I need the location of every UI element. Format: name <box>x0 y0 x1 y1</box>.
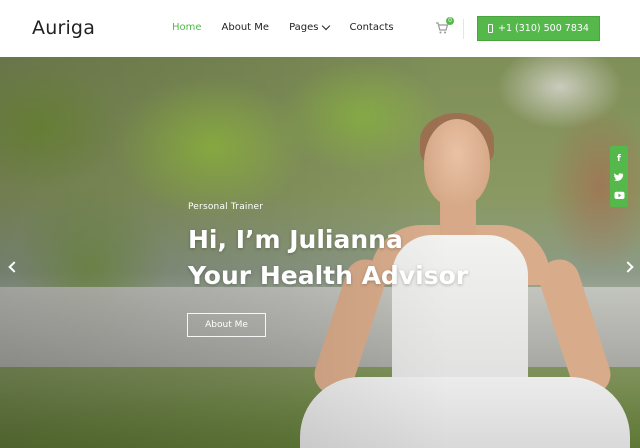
chevron-down-icon <box>322 21 331 30</box>
slider-prev-arrow-icon[interactable] <box>8 262 17 271</box>
youtube-play-icon <box>614 191 624 199</box>
social-links-bar: f <box>610 146 628 207</box>
cart-button[interactable]: 0 <box>435 17 454 36</box>
nav-item-label: Home <box>172 22 202 33</box>
site-header: Auriga Home About Me Pages Contacts 0 +1… <box>0 0 640 57</box>
twitter-bird-icon <box>614 172 624 181</box>
phone-icon <box>488 24 494 33</box>
about-me-button[interactable]: About Me <box>187 313 266 337</box>
cart-count-badge: 0 <box>446 17 454 25</box>
hero-heading-line2: Your Health Advisor <box>188 261 469 290</box>
main-nav: Home About Me Pages Contacts <box>172 21 414 33</box>
nav-item-contacts[interactable]: Contacts <box>349 22 393 33</box>
site-logo[interactable]: Auriga <box>32 17 95 39</box>
hero-heading-line1: Hi, I’m Julianna <box>188 225 403 254</box>
nav-item-about[interactable]: About Me <box>222 22 270 33</box>
hero-heading: Hi, I’m Julianna Your Health Advisor <box>188 222 468 294</box>
hero-slider: Personal Trainer Hi, I’m Julianna Your H… <box>0 57 640 448</box>
phone-number: +1 (310) 500 7834 <box>498 23 589 34</box>
slider-next-arrow-icon[interactable] <box>622 262 631 271</box>
nav-item-home[interactable]: Home <box>172 22 202 33</box>
hero-subtitle: Personal Trainer <box>188 202 264 212</box>
nav-item-pages[interactable]: Pages <box>289 21 331 33</box>
nav-item-label: Contacts <box>349 22 394 33</box>
nav-item-label: About Me <box>221 22 270 33</box>
youtube-icon[interactable] <box>610 186 628 204</box>
header-divider <box>463 19 464 39</box>
phone-button[interactable]: +1 (310) 500 7834 <box>477 16 600 41</box>
twitter-icon[interactable] <box>610 168 628 186</box>
facebook-icon[interactable]: f <box>610 150 628 168</box>
nav-item-label: Pages <box>289 22 319 33</box>
